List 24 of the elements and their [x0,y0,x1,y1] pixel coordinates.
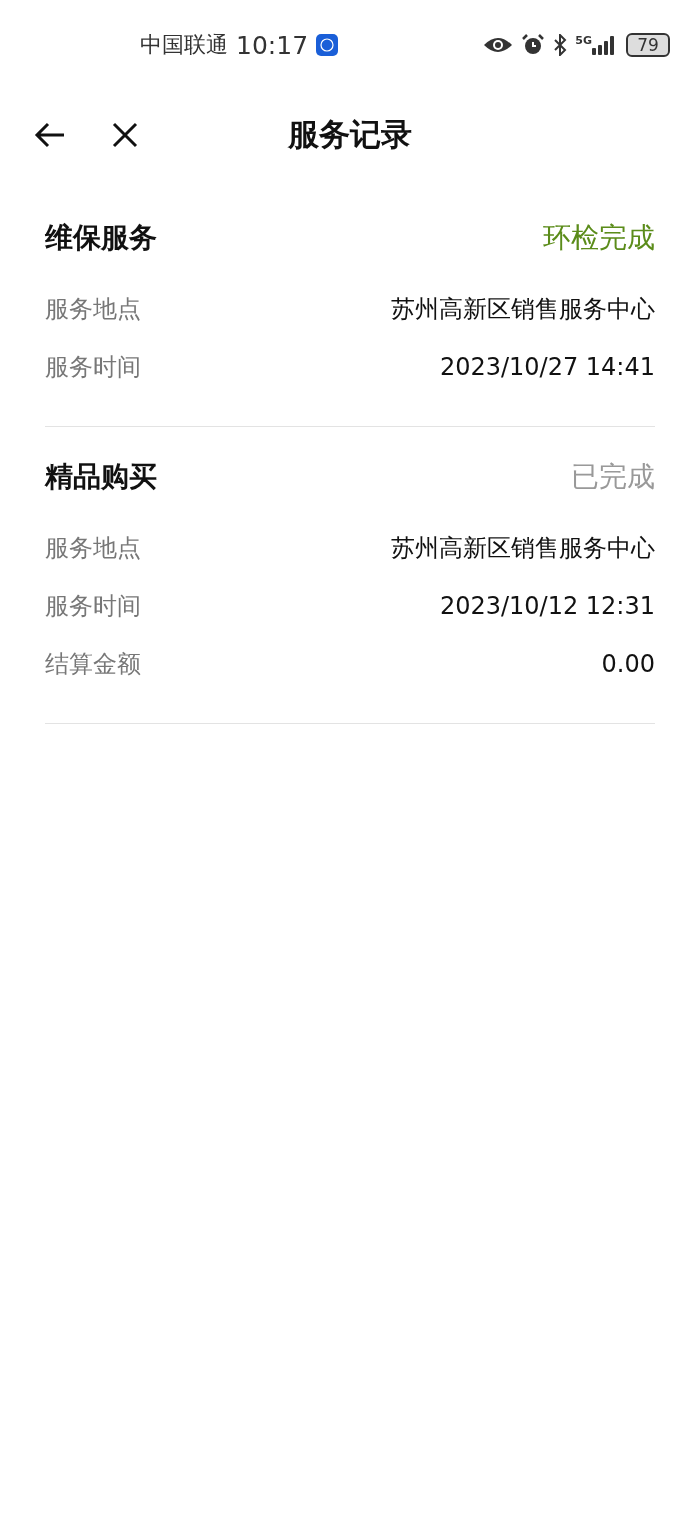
field-value: 0.00 [601,650,655,678]
record-title: 精品购买 [45,459,157,495]
close-icon[interactable] [112,122,138,148]
carrier-name: 中国联通 [140,31,228,59]
network-type: 5G [575,33,592,47]
field-label: 结算金额 [45,649,141,680]
field-label: 服务地点 [45,294,141,325]
field-value: 2023/10/27 14:41 [439,353,655,381]
field-label: 服务时间 [45,591,141,622]
page-title: 服务记录 [288,115,412,154]
record-status: 环检完成 [543,220,655,256]
field-value: 苏州高新区销售服务中心 [391,294,655,325]
field-label: 服务时间 [45,352,141,383]
eye-icon [483,35,514,55]
bluetooth-icon [553,34,568,56]
record-title: 维保服务 [45,220,157,256]
field-value: 2023/10/12 12:31 [439,592,655,620]
field-label: 服务地点 [45,533,141,564]
alarm-icon [521,33,546,57]
record-status: 已完成 [571,459,655,495]
field-value: 苏州高新区销售服务中心 [391,533,655,564]
status-time: 10:17 [236,30,309,60]
battery-indicator: 79 [626,33,670,57]
back-arrow-icon[interactable] [34,121,66,149]
